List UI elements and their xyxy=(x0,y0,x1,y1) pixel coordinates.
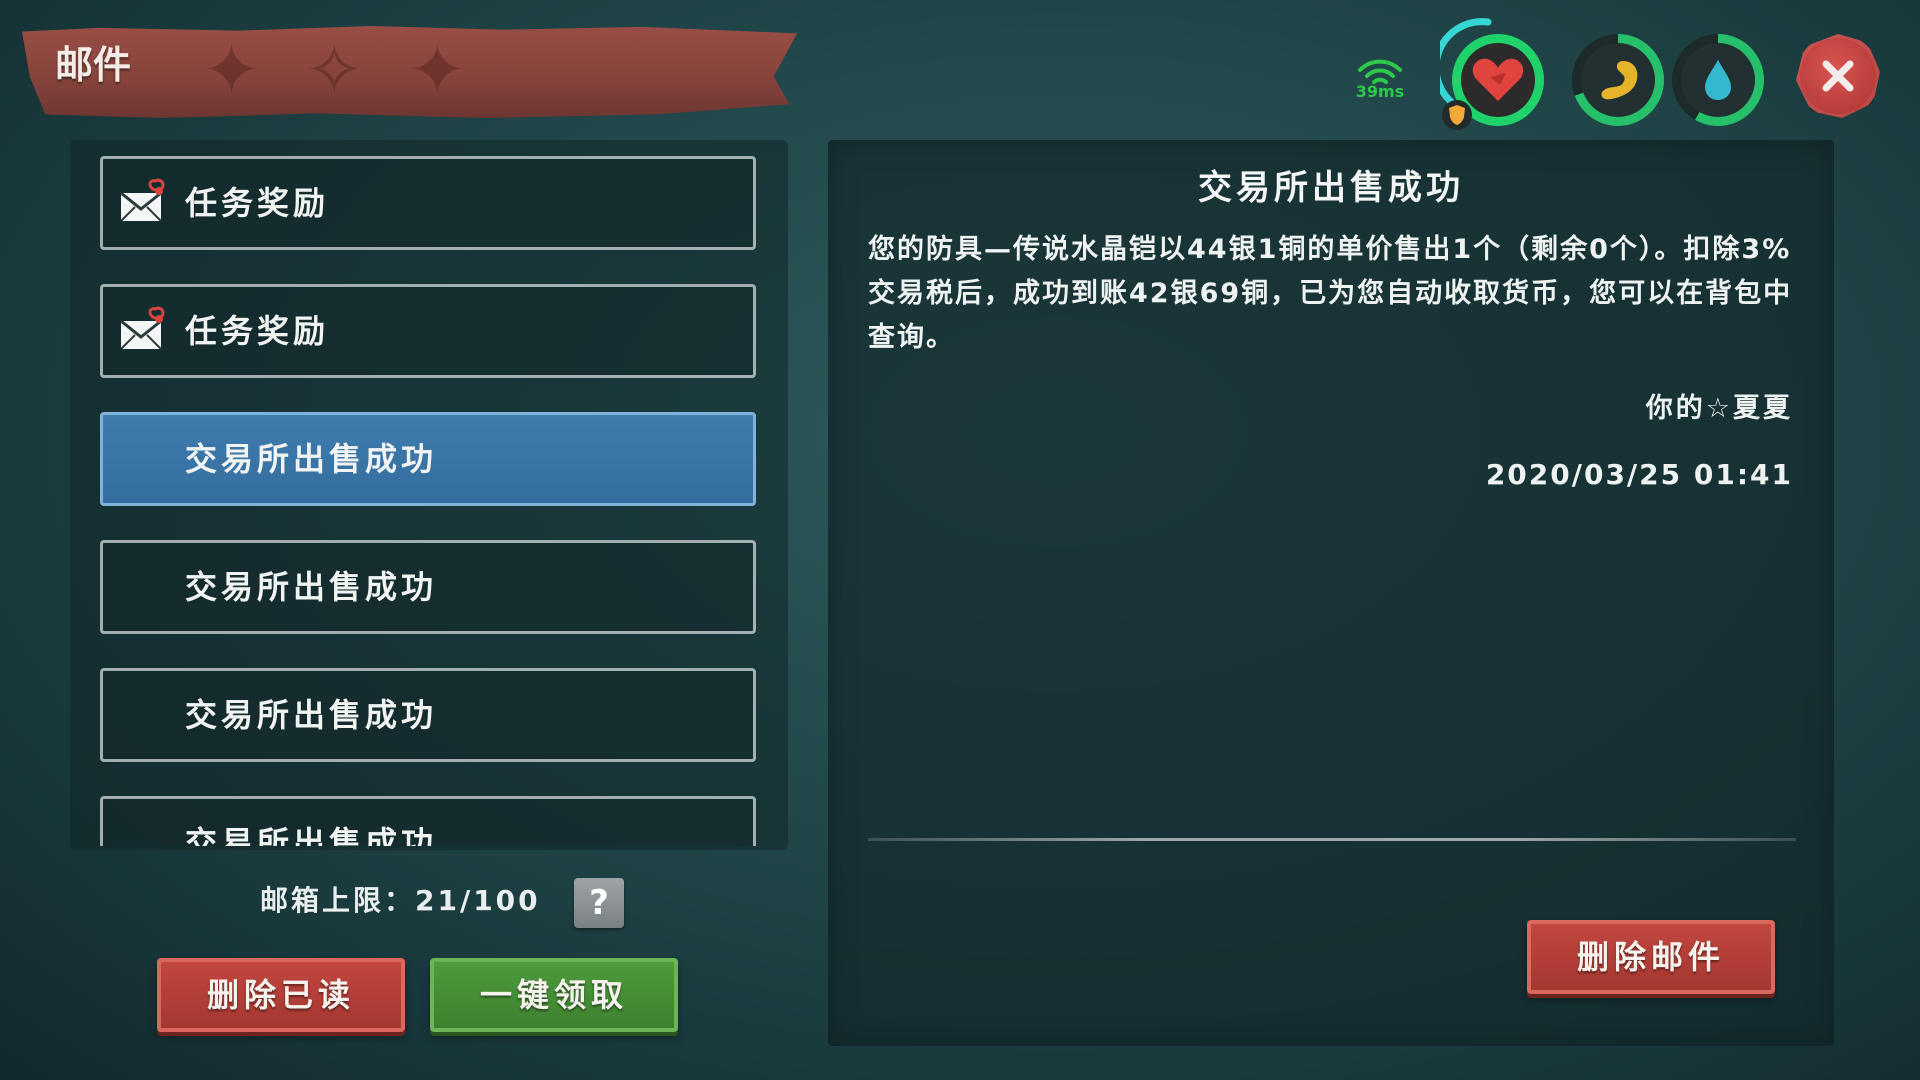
mail-item-label: 交易所出售成功 xyxy=(185,696,438,734)
mail-list-item[interactable]: 交易所出售成功 xyxy=(100,668,756,762)
help-button[interactable]: ? xyxy=(574,878,624,928)
health-gauge[interactable] xyxy=(1452,34,1544,126)
water-drop-icon xyxy=(1705,60,1731,100)
close-icon xyxy=(1822,60,1854,92)
thirst-gauge[interactable] xyxy=(1672,34,1764,126)
mail-item-label: 交易所出售成功 xyxy=(185,568,438,606)
mail-sender: 你的☆夏夏 xyxy=(1645,393,1793,424)
mail-item-label: 任务奖励 xyxy=(185,184,330,222)
envelope-icon xyxy=(120,178,165,222)
mail-item-label: 交易所出售成功 xyxy=(185,824,438,846)
claim-all-button[interactable]: 一键领取 xyxy=(430,958,678,1032)
mail-date: 2020/03/25 01:41 xyxy=(1485,458,1793,491)
envelope-icon xyxy=(120,306,165,350)
delete-mail-button[interactable]: 删除邮件 xyxy=(1527,920,1775,994)
banner-decoration: ✦ ✧ ✦ xyxy=(202,29,477,111)
page-title: 邮件 xyxy=(55,43,132,87)
mail-list-item-selected[interactable]: 交易所出售成功 xyxy=(100,412,756,506)
stomach-icon xyxy=(1601,61,1638,100)
delete-read-button[interactable]: 删除已读 xyxy=(157,958,405,1032)
ping-value: 39ms xyxy=(1355,82,1405,101)
mail-list-item[interactable]: 交易所出售成功 xyxy=(100,540,756,634)
hunger-gauge[interactable] xyxy=(1572,34,1664,126)
network-ping: 39ms xyxy=(1346,52,1414,114)
mail-list-item[interactable]: 交易所出售成功 xyxy=(100,796,756,846)
mail-title: 交易所出售成功 xyxy=(1198,168,1464,208)
mail-body: 您的防具—传说水晶铠以44银1铜的单价售出1个（剩余0个）。扣除3%交易税后，成… xyxy=(868,234,1793,353)
title-banner: ✦ ✧ ✦ xyxy=(22,26,797,118)
mail-item-label: 交易所出售成功 xyxy=(185,440,438,478)
mail-list-item[interactable]: 任务奖励 xyxy=(100,284,756,378)
mail-list-item[interactable]: 任务奖励 xyxy=(100,156,756,250)
mail-list[interactable]: 任务奖励 任务奖励 交易所出售成功 交易所出售成功 交易所出售成功 交易所出售成… xyxy=(100,156,760,846)
wifi-icon xyxy=(1358,59,1402,84)
mailbox-quota: 邮箱上限：21/100 xyxy=(260,884,541,917)
divider xyxy=(868,838,1796,841)
heart-icon xyxy=(1472,58,1524,101)
mail-item-label: 任务奖励 xyxy=(185,312,330,350)
close-button[interactable] xyxy=(1796,34,1880,118)
